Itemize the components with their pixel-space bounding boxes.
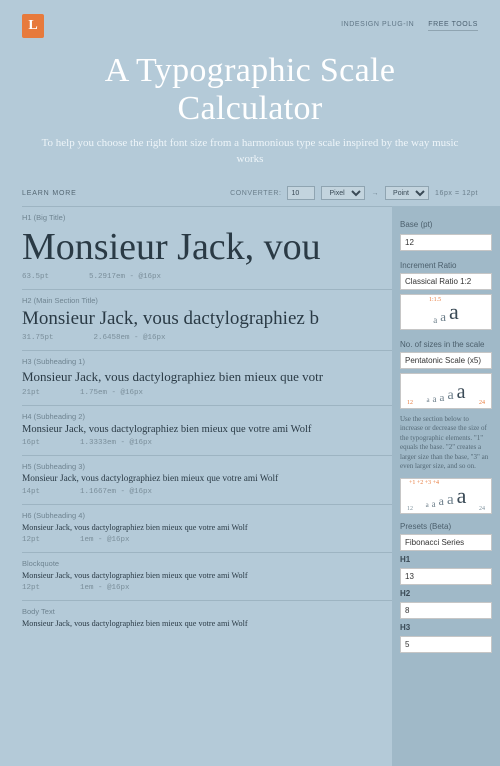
scale-samples-list: H1 (Big Title) Monsieur Jack, vou 63.5pt 5.… bbox=[22, 206, 392, 636]
scale-item-label: H6 (Subheading 4) bbox=[22, 511, 392, 520]
scale-item-sample: Monsieur Jack, vous dactylographiez bien… bbox=[22, 474, 392, 484]
scale-item: H4 (Subheading 2) Monsieur Jack, vous dac… bbox=[22, 405, 392, 455]
scale-item-meta: 12pt 1em - @16px bbox=[22, 536, 392, 544]
scale-item: H1 (Big Title) Monsieur Jack, vou 63.5pt 5.… bbox=[22, 206, 392, 289]
preset-h1-label: H1 bbox=[400, 555, 492, 564]
presets-label: Presets (Beta) bbox=[400, 522, 492, 531]
hero: A Typographic Scale Calculator To help y… bbox=[0, 46, 500, 176]
scale-item-sample: Monsieur Jack, vous dactylographiez bien… bbox=[22, 424, 392, 435]
help-text: Use the section below to increase or dec… bbox=[400, 415, 492, 472]
scale-item-em: 1.1667em - @16px bbox=[80, 488, 152, 496]
scale-item-meta: 21pt 1.75em - @16px bbox=[22, 389, 392, 397]
scale-item-sample: Monsieur Jack, vous dactylographiez bien… bbox=[22, 571, 392, 580]
scale-item-sample: Monsieur Jack, vous dactylographiez bien… bbox=[22, 523, 392, 532]
scale-item: H2 (Main Section Title) Monsieur Jack, vo… bbox=[22, 289, 392, 350]
scale-item: Body Text Monsieur Jack, vous dactylograp… bbox=[22, 600, 392, 636]
unit-converter: CONVERTER: Pixel → Point 16px = 12pt bbox=[230, 186, 478, 200]
scale-item-pt: 63.5pt bbox=[22, 273, 49, 281]
base-input[interactable] bbox=[400, 234, 492, 251]
converter-arrow-icon: → bbox=[371, 190, 379, 197]
scale-item-meta: 14pt 1.1667em - @16px bbox=[22, 488, 392, 496]
learn-more-link[interactable]: LEARN MORE bbox=[22, 190, 77, 197]
scale-item-em: 1.3333em - @16px bbox=[80, 439, 152, 447]
scale-item-pt: 12pt bbox=[22, 536, 40, 544]
sizes-diagram: a a a a a 12 24 bbox=[400, 373, 492, 409]
scale-item-pt: 12pt bbox=[22, 584, 40, 592]
scale-item-label: H4 (Subheading 2) bbox=[22, 412, 392, 421]
scale-item-label: Body Text bbox=[22, 607, 392, 616]
preset-h2-label: H2 bbox=[400, 589, 492, 598]
top-nav: INDESIGN PLUG-IN FREE TOOLS bbox=[341, 21, 478, 31]
scale-item-pt: 21pt bbox=[22, 389, 40, 397]
ratio-label: Increment Ratio bbox=[400, 261, 492, 270]
scale-item-label: Blockquote bbox=[22, 559, 392, 568]
sizes-select[interactable]: Pentatonic Scale (x5) bbox=[400, 352, 492, 369]
scale-item-meta: 31.75pt 2.6458em - @16px bbox=[22, 334, 392, 342]
converter-from-select[interactable]: Pixel bbox=[321, 186, 365, 200]
scale-item-em: 1em - @16px bbox=[80, 584, 130, 592]
scale-item-sample: Monsieur Jack, vous dactylographiez bien… bbox=[22, 369, 392, 385]
nav-tools-link[interactable]: FREE TOOLS bbox=[428, 21, 478, 31]
page-subtitle: To help you choose the right font size f… bbox=[30, 136, 470, 168]
scale-item-em: 1.75em - @16px bbox=[80, 389, 143, 397]
page-title: A Typographic Scale Calculator bbox=[30, 52, 470, 128]
sizes-label: No. of sizes in the scale bbox=[400, 340, 492, 349]
scale-item: H3 (Subheading 1) Monsieur Jack, vous dac… bbox=[22, 350, 392, 405]
scale-item-label: H5 (Subheading 3) bbox=[22, 462, 392, 471]
ratio-diagram: 1:1.5 a a a bbox=[400, 294, 492, 330]
scale-item: H6 (Subheading 4) Monsieur Jack, vous dac… bbox=[22, 504, 392, 552]
scale-item-label: H3 (Subheading 1) bbox=[22, 357, 392, 366]
converter-to-select[interactable]: Point bbox=[385, 186, 429, 200]
scale-item: H5 (Subheading 3) Monsieur Jack, vous dac… bbox=[22, 455, 392, 504]
preset-h2-input[interactable] bbox=[400, 602, 492, 619]
converter-label: CONVERTER: bbox=[230, 190, 281, 197]
nav-plugin-link[interactable]: INDESIGN PLUG-IN bbox=[341, 21, 414, 31]
scale-item-em: 2.6458em - @16px bbox=[94, 334, 166, 342]
scale-item-pt: 14pt bbox=[22, 488, 40, 496]
scale-item-label: H1 (Big Title) bbox=[22, 213, 392, 222]
scale-item-sample: Monsieur Jack, vous dactylographiez bien… bbox=[22, 619, 392, 628]
scale-item: Blockquote Monsieur Jack, vous dactylogra… bbox=[22, 552, 392, 600]
scale-item-sample: Monsieur Jack, vou bbox=[22, 225, 392, 269]
scale-item-em: 5.2917em - @16px bbox=[89, 273, 161, 281]
scale-item-meta: 16pt 1.3333em - @16px bbox=[22, 439, 392, 447]
scale-item-sample: Monsieur Jack, vous dactylographiez b bbox=[22, 308, 392, 330]
scale-item-meta: 63.5pt 5.2917em - @16px bbox=[22, 273, 392, 281]
base-label: Base (pt) bbox=[400, 220, 492, 229]
presets-select[interactable]: Fibonacci Series bbox=[400, 534, 492, 551]
logo[interactable]: L bbox=[22, 14, 44, 38]
scale-item-pt: 31.75pt bbox=[22, 334, 54, 342]
scale-item-meta: 12pt 1em - @16px bbox=[22, 584, 392, 592]
preset-h3-label: H3 bbox=[400, 623, 492, 632]
converter-result: 16px = 12pt bbox=[435, 190, 478, 197]
scale-item-label: H2 (Main Section Title) bbox=[22, 296, 392, 305]
title-line-1: A Typographic Scale bbox=[105, 52, 396, 89]
index-diagram: +1 +2 +3 +4 a a a a a 12 24 bbox=[400, 478, 492, 514]
controls-panel: Base (pt) Increment Ratio Classical Rati… bbox=[392, 206, 500, 766]
scale-item-pt: 16pt bbox=[22, 439, 40, 447]
ratio-select[interactable]: Classical Ratio 1:2 bbox=[400, 273, 492, 290]
scale-item-em: 1em - @16px bbox=[80, 536, 130, 544]
title-line-2: Calculator bbox=[177, 90, 322, 127]
converter-input[interactable] bbox=[287, 186, 315, 200]
preset-h1-input[interactable] bbox=[400, 568, 492, 585]
preset-h3-input[interactable] bbox=[400, 636, 492, 653]
